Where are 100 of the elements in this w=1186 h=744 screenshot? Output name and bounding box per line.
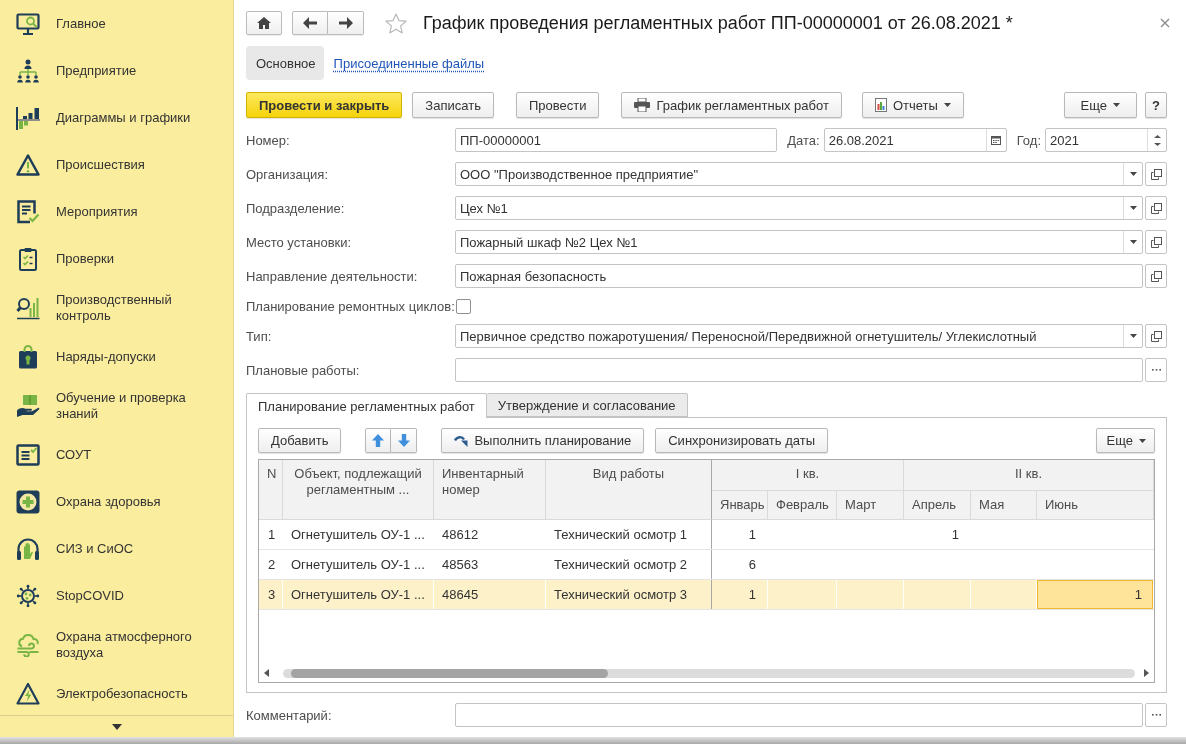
- sidebar-item[interactable]: Охрана здоровья: [0, 478, 233, 525]
- table-cell[interactable]: 1: [712, 520, 768, 549]
- open-button[interactable]: [1145, 162, 1167, 186]
- command-button[interactable]: Записать: [412, 92, 494, 118]
- sidebar-item[interactable]: Производственный контроль: [0, 282, 233, 333]
- column-header[interactable]: Февраль: [768, 491, 837, 520]
- right-arrow-icon: [338, 17, 353, 29]
- select-field[interactable]: Цех №1: [455, 196, 1143, 220]
- open-button[interactable]: [1145, 230, 1167, 254]
- favorite-button[interactable]: [385, 12, 407, 34]
- column-header[interactable]: Апрель: [904, 491, 971, 520]
- caret-icon: [943, 103, 951, 107]
- command-button[interactable]: Отчеты: [861, 92, 964, 118]
- command-button[interactable]: Провести: [515, 92, 600, 118]
- choose-button[interactable]: [1145, 703, 1167, 727]
- column-header[interactable]: Июнь: [1037, 491, 1154, 520]
- table-cell[interactable]: 6: [712, 550, 768, 579]
- more-button[interactable]: Еще: [1063, 92, 1137, 118]
- table-cell[interactable]: 1: [904, 520, 971, 549]
- close-button[interactable]: [1159, 17, 1171, 29]
- tab[interactable]: Утверждение и согласование: [486, 393, 688, 417]
- choose-button[interactable]: [1145, 358, 1167, 382]
- comment-field[interactable]: [455, 703, 1143, 727]
- table-cell[interactable]: 1: [1037, 580, 1154, 609]
- report-icon: [874, 98, 887, 112]
- column-header[interactable]: Мая: [971, 491, 1037, 520]
- lightning-triangle-icon: [16, 681, 40, 706]
- move-down-button[interactable]: [391, 428, 418, 453]
- sidebar-item[interactable]: Мероприятия: [0, 188, 233, 235]
- select-field[interactable]: Первичное средство пожаротушения/ Переносной/Передвижной огнетушитель/ Углекислотный: [455, 324, 1143, 348]
- column-header[interactable]: Январь: [712, 491, 768, 520]
- year-field[interactable]: 2021: [1045, 128, 1167, 152]
- sidebar-item[interactable]: Происшествия: [0, 141, 233, 188]
- move-up-button[interactable]: [365, 428, 392, 453]
- table-cell: Огнетушитель ОУ-1 ...: [283, 550, 434, 579]
- monitor-magnifier-icon: [16, 11, 40, 36]
- run-planning-button[interactable]: Выполнить планирование: [441, 428, 645, 453]
- scrollbar-track[interactable]: [283, 668, 1135, 678]
- sidebar-item[interactable]: Электробезопасность: [0, 670, 233, 715]
- column-header[interactable]: Март: [837, 491, 904, 520]
- field-label: Дата:: [787, 132, 820, 148]
- sidebar-item[interactable]: Охрана атмосферного воздуха: [0, 619, 233, 670]
- overlapping-squares-icon: [1150, 202, 1162, 214]
- caret-icon: [1129, 206, 1137, 210]
- help-button[interactable]: ?: [1145, 92, 1167, 118]
- table-cell: 48563: [434, 550, 546, 579]
- sidebar-item[interactable]: Главное: [0, 0, 233, 47]
- select-field[interactable]: Пожарный шкаф №2 Цех №1: [455, 230, 1143, 254]
- form-tab[interactable]: Присоединенные файлы: [323, 46, 495, 80]
- window-title: График проведения регламентных работ ПП-00000001 от 26.08.2021 *: [423, 12, 1013, 34]
- sidebar-item[interactable]: Предприятие: [0, 47, 233, 94]
- date-field[interactable]: 26.08.2021: [823, 128, 1007, 152]
- table-row[interactable]: 2 Огнетушитель ОУ-1 ... 48563 Технический осмотр 2 6: [259, 550, 1154, 580]
- forward-button[interactable]: [328, 11, 364, 35]
- column-header[interactable]: N: [259, 460, 283, 520]
- sync-dates-button[interactable]: Синхронизировать даты: [655, 428, 829, 453]
- home-button[interactable]: [246, 11, 282, 35]
- column-header: II кв.: [904, 460, 1154, 491]
- form-tab[interactable]: Основное: [246, 46, 324, 80]
- sidebar-item[interactable]: Диаграммы и графики: [0, 94, 233, 141]
- sidebar-item[interactable]: СИЗ и СиОС: [0, 525, 233, 572]
- caret-icon: [1129, 240, 1137, 244]
- table-row[interactable]: 1 Огнетушитель ОУ-1 ... 48612 Технический осмотр 1 1 1: [259, 520, 1154, 550]
- input-field[interactable]: [455, 358, 1143, 382]
- back-button[interactable]: [292, 11, 328, 35]
- input-field[interactable]: Пожарная безопасность: [455, 264, 1143, 288]
- column-header[interactable]: Вид работы: [546, 460, 712, 520]
- caret-icon: [1129, 334, 1137, 338]
- sidebar-item[interactable]: StopCOVID: [0, 572, 233, 619]
- caret-down-icon[interactable]: [111, 723, 122, 730]
- sidebar-item[interactable]: Проверки: [0, 235, 233, 282]
- overlapping-squares-icon: [1150, 168, 1162, 180]
- checkbox[interactable]: [456, 298, 471, 314]
- virus-icon: [16, 583, 40, 608]
- open-button[interactable]: [1145, 196, 1167, 220]
- open-button[interactable]: [1145, 264, 1167, 288]
- scroll-left-icon: [264, 669, 269, 677]
- add-button[interactable]: Добавить: [258, 428, 342, 453]
- home-icon: [257, 17, 271, 29]
- tab[interactable]: Планирование регламентных работ: [246, 393, 487, 418]
- sidebar-item[interactable]: Наряды-допуски: [0, 333, 233, 380]
- cloud-wind-icon: [16, 632, 40, 657]
- column-header[interactable]: Объект, подлежащий регламентным ...: [283, 460, 434, 520]
- input-field[interactable]: ПП-00000001: [455, 128, 778, 152]
- more-button[interactable]: Еще: [1095, 428, 1155, 453]
- command-button[interactable]: График регламентных работ: [621, 92, 842, 118]
- open-button[interactable]: [1145, 324, 1167, 348]
- table-row[interactable]: 3 Огнетушитель ОУ-1 ... 48645 Технический осмотр 3 1 1: [259, 580, 1154, 610]
- document-check-icon: [16, 199, 40, 224]
- scrollbar-thumb[interactable]: [291, 668, 608, 678]
- select-field[interactable]: ООО "Производственное предприятие": [455, 162, 1143, 186]
- command-button[interactable]: Провести и закрыть: [246, 92, 403, 118]
- field-label: Место установки:: [246, 234, 353, 250]
- table-cell[interactable]: 1: [712, 580, 768, 609]
- field-label: Направление деятельности:: [246, 268, 419, 284]
- sidebar-item[interactable]: Обучение и проверка знаний: [0, 380, 233, 431]
- column-header[interactable]: Инвентарный номер: [434, 460, 546, 520]
- magnifier-bars-icon: [16, 295, 40, 320]
- sidebar-item[interactable]: СОУТ: [0, 431, 233, 478]
- table-cell: 3: [259, 580, 283, 609]
